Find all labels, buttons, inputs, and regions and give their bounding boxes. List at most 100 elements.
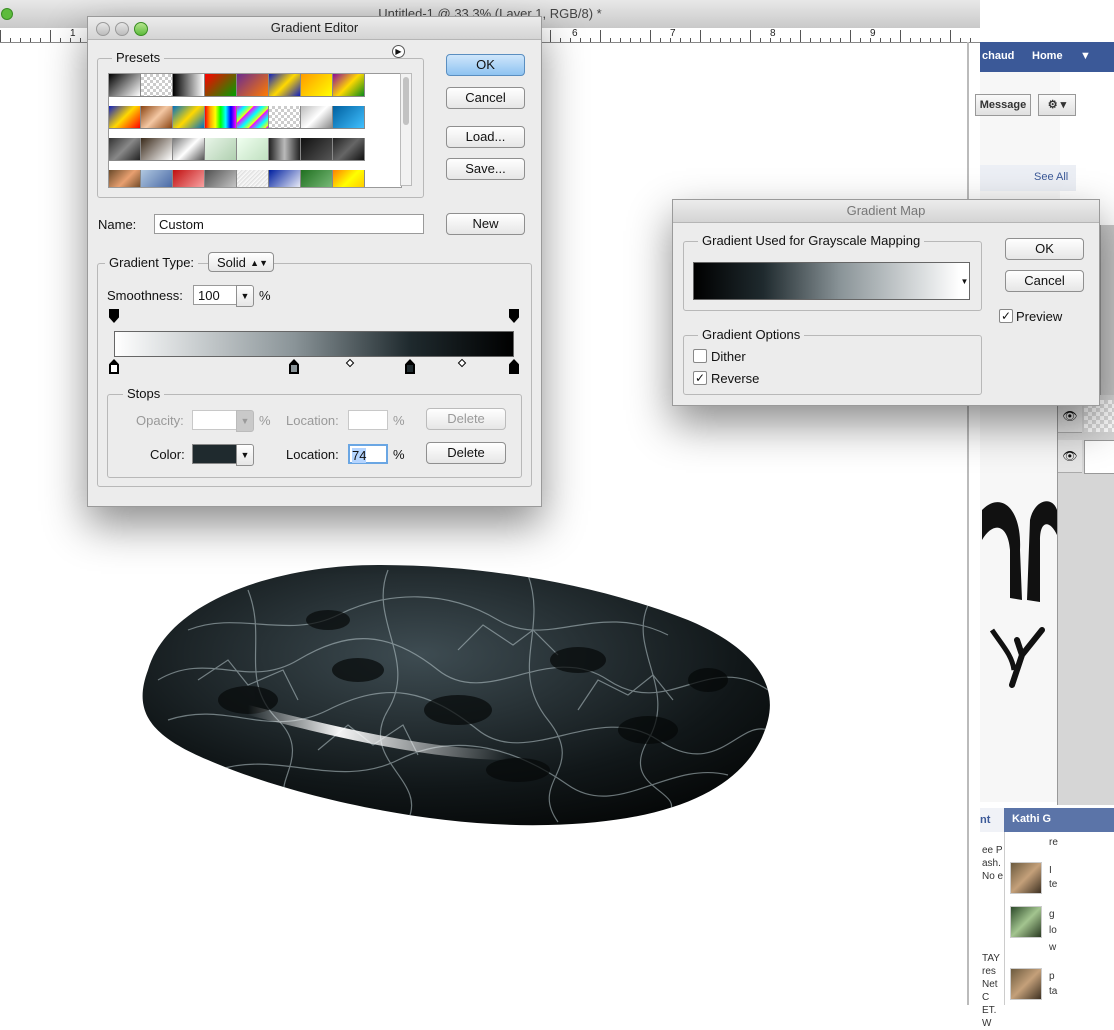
zoom-window-button[interactable] [134,22,148,36]
reverse-checkbox[interactable]: ✓ [693,371,707,385]
gradient-map-preview[interactable] [693,262,961,300]
ruler-tick [710,38,711,42]
close-window-button[interactable] [96,22,110,36]
presets-grid[interactable] [108,73,402,188]
preset-swatch[interactable] [173,138,205,161]
color-dropdown-icon[interactable]: ▼ [236,444,254,466]
color-location-label: Location: [286,447,339,462]
opacity-stop[interactable] [509,309,519,323]
ruler-tick [840,38,841,42]
see-all-link[interactable]: See All [1034,171,1068,183]
chat-header[interactable]: Kathi G [1004,808,1114,832]
preset-swatch[interactable] [141,74,173,97]
preset-swatch[interactable] [173,170,205,187]
preset-swatch[interactable] [301,138,333,161]
preset-swatch[interactable] [141,138,173,161]
ruler-tick [940,38,941,42]
preview-checkbox[interactable]: ✓ [999,309,1013,323]
ruler-label: 7 [670,28,676,39]
account-menu-icon[interactable]: ▼ [1080,50,1091,62]
delete-opacity-stop-button[interactable]: Delete [426,408,506,430]
preset-swatch[interactable] [205,74,237,97]
ok-button[interactable]: OK [1005,238,1084,260]
gradient-type-select[interactable]: Solid ▲▼ [208,252,274,272]
preset-swatch[interactable] [301,170,333,187]
avatar[interactable] [1010,862,1042,894]
layer-visibility-eye-icon[interactable]: 👁 [1058,440,1082,473]
opacity-stop[interactable] [109,309,119,323]
preset-swatch[interactable] [269,74,301,97]
preset-swatch[interactable] [173,106,205,129]
ruler-tick [0,30,1,42]
preset-swatch[interactable] [333,74,365,97]
home-link[interactable]: Home [1032,50,1063,62]
profile-name-link[interactable]: chaud [982,50,1014,62]
load-button[interactable]: Load... [446,126,525,148]
ruler-tick [880,38,881,42]
color-stop[interactable] [289,359,299,374]
presets-menu-icon[interactable]: ▶ [392,45,405,58]
ruler-tick [920,38,921,42]
avatar[interactable] [1010,906,1042,938]
ruler-tick [640,38,641,42]
gradient-slider[interactable] [109,309,519,379]
preset-swatch[interactable] [333,138,365,161]
feed-snippet-2: TAY res Net C ET. W [982,952,1004,1030]
settings-gear-icon[interactable]: ⚙ ▾ [1038,94,1076,116]
preset-swatch[interactable] [141,170,173,187]
cancel-button[interactable]: Cancel [446,87,525,109]
avatar[interactable] [1010,968,1042,1000]
gradient-picker-dropdown-icon[interactable]: ▼ [960,262,970,300]
new-button[interactable]: New [446,213,525,235]
chat-tab[interactable]: nt [980,808,1004,832]
midpoint-diamond[interactable] [345,358,355,368]
preset-swatch[interactable] [301,74,333,97]
scrollbar-thumb[interactable] [403,77,409,125]
preset-swatch[interactable] [237,170,269,187]
color-stop[interactable] [109,359,119,374]
ruler-tick [910,38,911,42]
dither-checkbox[interactable] [693,349,707,363]
preset-swatch[interactable] [269,106,301,129]
gradient-editor-titlebar: Gradient Editor [88,17,541,40]
color-stop[interactable] [509,359,519,374]
smoothness-input[interactable]: 100 [193,285,237,305]
ruler-tick [30,38,31,42]
preset-swatch[interactable] [205,138,237,161]
preset-swatch[interactable] [109,106,141,129]
minimize-window-button[interactable] [115,22,129,36]
preset-swatch[interactable] [333,170,365,187]
ruler-tick [760,38,761,42]
preset-swatch[interactable] [237,106,269,129]
presets-scrollbar[interactable] [400,73,412,186]
preset-swatch[interactable] [205,106,237,129]
chat-contact-name: Kathi G [1012,813,1052,825]
color-stop-selected[interactable] [405,359,415,374]
color-location-input[interactable]: 74 [348,444,388,464]
save-button[interactable]: Save... [446,158,525,180]
layer-thumbnail[interactable] [1084,440,1114,474]
smoothness-label: Smoothness: [107,288,183,303]
gradient-preview-bar[interactable] [114,331,514,357]
cancel-button[interactable]: Cancel [1005,270,1084,292]
preset-swatch[interactable] [269,170,301,187]
midpoint-diamond[interactable] [457,358,467,368]
preset-swatch[interactable] [173,74,205,97]
delete-color-stop-button[interactable]: Delete [426,442,506,464]
preset-swatch[interactable] [205,170,237,187]
preset-swatch[interactable] [301,106,333,129]
preset-swatch[interactable] [333,106,365,129]
preset-swatch[interactable] [269,138,301,161]
ok-button[interactable]: OK [446,54,525,76]
name-input[interactable]: Custom [154,214,424,234]
stop-color-swatch[interactable] [192,444,238,464]
chat-message-snippet: te [1049,879,1058,890]
preset-swatch[interactable] [237,74,269,97]
message-button[interactable]: Message [975,94,1031,116]
preset-swatch[interactable] [109,170,141,187]
preset-swatch[interactable] [109,74,141,97]
preset-swatch[interactable] [237,138,269,161]
preset-swatch[interactable] [141,106,173,129]
preset-swatch[interactable] [109,138,141,161]
smoothness-dropdown-icon[interactable]: ▼ [236,285,254,307]
